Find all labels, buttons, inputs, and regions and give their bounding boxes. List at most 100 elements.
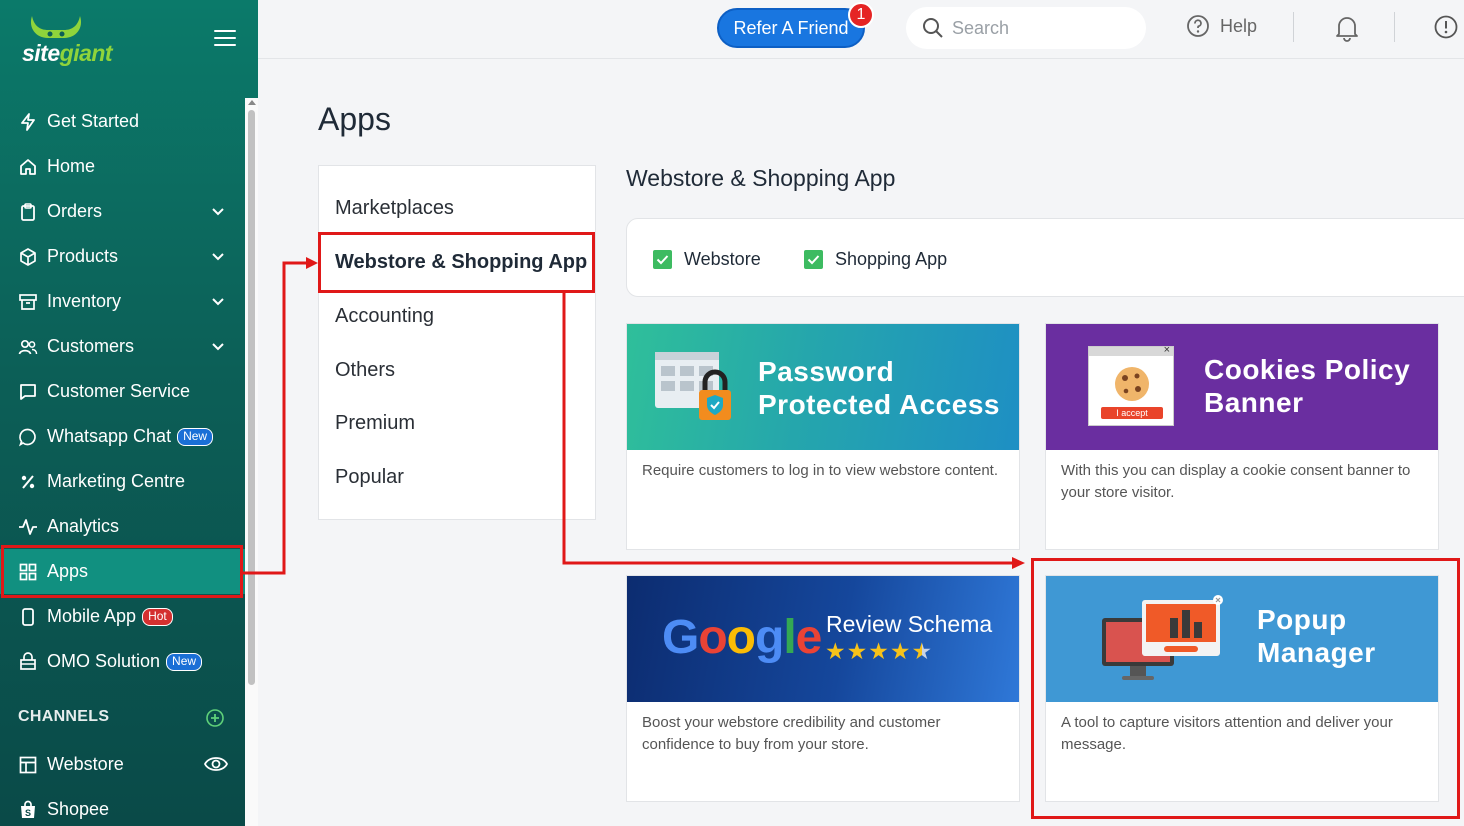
app-banner: × I accept Cookies Policy Banner <box>1046 324 1438 450</box>
chat-icon <box>18 382 38 402</box>
sidebar-item-label: Customers <box>47 336 135 356</box>
category-others[interactable]: Others <box>335 359 395 382</box>
app-card-popup-manager[interactable]: Popup Manager A tool to capture visitors… <box>1045 575 1439 802</box>
inventory-icon <box>18 292 38 312</box>
menu-toggle-icon[interactable] <box>214 30 236 48</box>
category-premium[interactable]: Premium <box>335 412 415 435</box>
sidebar-item-mobile-app[interactable]: Mobile App Hot <box>0 594 245 639</box>
sidebar-item-get-started[interactable]: Get Started <box>0 99 245 144</box>
help-label: Help <box>1220 15 1258 36</box>
search-box[interactable] <box>906 7 1146 49</box>
sidebar-item-customers[interactable]: Customers <box>0 324 245 369</box>
whatsapp-icon <box>18 427 38 447</box>
popup-monitor-icon <box>1102 595 1223 680</box>
search-input[interactable] <box>952 17 1132 39</box>
sidebar-item-products[interactable]: Products <box>0 234 245 279</box>
sidebar-item-label: Marketing Centre <box>47 471 186 491</box>
sidebar-item-inventory[interactable]: Inventory <box>0 279 245 324</box>
sidebar-item-home[interactable]: Home <box>0 144 245 189</box>
app-title-line1: Cookies Policy <box>1204 354 1411 385</box>
sidebar-item-webstore[interactable]: Webstore <box>0 742 245 787</box>
shopee-bag-icon: S <box>18 800 38 820</box>
new-badge: New <box>166 652 203 671</box>
store-icon <box>18 651 38 672</box>
app-description: Require customers to log in to view webs… <box>642 462 999 479</box>
category-marketplaces[interactable]: Marketplaces <box>335 197 454 220</box>
app-banner: Google Review Schema ★★★★★ <box>627 576 1019 702</box>
checkbox-checked-icon <box>804 250 823 269</box>
alert-circle-icon[interactable] <box>1434 15 1458 39</box>
app-banner: Popup Manager <box>1046 576 1438 702</box>
cookie-consent-illustration: × I accept <box>1088 344 1174 426</box>
bolt-icon <box>18 112 38 132</box>
checkbox-checked-icon <box>653 250 672 269</box>
add-channel-icon[interactable] <box>205 708 225 728</box>
sidebar: sitegiant Get Started Home Orders Produc… <box>0 0 258 826</box>
filter-box: Webstore Shopping App <box>626 218 1464 297</box>
sidebar-item-shopee[interactable]: S Shopee <box>0 787 245 826</box>
sidebar-item-whatsapp-chat[interactable]: Whatsapp Chat New <box>0 414 245 459</box>
search-icon <box>923 18 943 38</box>
app-card-password-protected-access[interactable]: Password Protected Access Require custom… <box>626 323 1020 550</box>
app-title-line2: Banner <box>1204 387 1304 418</box>
app-title-line2: Protected Access <box>758 389 1000 420</box>
scroll-up-arrow-icon[interactable] <box>248 100 256 105</box>
sidebar-item-marketing-centre[interactable]: Marketing Centre <box>0 459 245 504</box>
sidebar-item-label: Orders <box>47 201 103 221</box>
rating-stars-icon: ★★★★★ <box>825 638 934 664</box>
category-accounting[interactable]: Accounting <box>335 305 434 328</box>
app-banner: Password Protected Access <box>627 324 1019 450</box>
sidebar-item-customer-service[interactable]: Customer Service <box>0 369 245 414</box>
sitegiant-logo[interactable]: sitegiant <box>20 14 140 70</box>
divider <box>1293 12 1294 42</box>
chevron-down-icon[interactable] <box>210 203 226 219</box>
channels-heading: CHANNELS <box>18 708 110 725</box>
cookie-icon <box>1115 367 1149 401</box>
filter-label: Webstore <box>684 249 761 269</box>
filter-shopping-app-checkbox[interactable]: Shopping App <box>804 249 947 270</box>
category-panel: Marketplaces Webstore & Shopping App Acc… <box>318 165 596 520</box>
eye-icon[interactable] <box>204 754 228 774</box>
sidebar-item-orders[interactable]: Orders <box>0 189 245 234</box>
sidebar-item-label: Whatsapp Chat <box>47 426 172 446</box>
app-description: With this you can display a cookie conse… <box>1061 462 1411 501</box>
sidebar-item-label: Products <box>47 246 119 266</box>
horns-icon <box>30 16 82 38</box>
category-popular[interactable]: Popular <box>335 466 404 489</box>
question-circle-icon <box>1187 15 1209 37</box>
sidebar-item-label: Apps <box>47 561 89 581</box>
users-icon <box>18 337 38 357</box>
channels-nav: Webstore S Shopee <box>0 742 245 826</box>
sidebar-item-omo-solution[interactable]: OMO Solution New <box>0 639 245 684</box>
new-badge: New <box>177 427 214 446</box>
box-icon <box>18 247 38 267</box>
bell-icon[interactable] <box>1334 14 1360 42</box>
sidebar-nav: Get Started Home Orders Products Invento… <box>0 99 245 684</box>
refer-a-friend-button[interactable]: Refer A Friend <box>717 8 865 48</box>
sidebar-scrollbar[interactable] <box>245 98 258 826</box>
app-card-google-review-schema[interactable]: Google Review Schema ★★★★★ Boost your we… <box>626 575 1020 802</box>
help-link[interactable]: Help <box>1186 14 1257 38</box>
chevron-down-icon[interactable] <box>210 338 226 354</box>
filter-webstore-checkbox[interactable]: Webstore <box>653 249 761 270</box>
hot-badge: Hot <box>142 607 173 626</box>
svg-text:S: S <box>25 808 31 818</box>
page-title: Apps <box>318 101 391 137</box>
app-description: A tool to capture visitors attention and… <box>1061 714 1393 753</box>
app-title-line1: Password <box>758 356 895 387</box>
phone-icon <box>18 607 38 627</box>
pulse-icon <box>18 517 38 537</box>
chevron-down-icon[interactable] <box>210 248 226 264</box>
category-webstore-shopping-app[interactable]: Webstore & Shopping App <box>335 251 587 274</box>
app-card-cookies-policy-banner[interactable]: × I accept Cookies Policy Banner With th… <box>1045 323 1439 550</box>
chevron-down-icon[interactable] <box>210 293 226 309</box>
sidebar-item-analytics[interactable]: Analytics <box>0 504 245 549</box>
filter-label: Shopping App <box>835 249 948 269</box>
section-title: Webstore & Shopping App <box>626 165 896 191</box>
sidebar-item-label: OMO Solution <box>47 651 161 671</box>
clipboard-icon <box>18 202 38 222</box>
review-schema-subtitle: Review Schema <box>826 611 993 637</box>
sidebar-item-apps[interactable]: Apps <box>0 549 245 594</box>
scrollbar-thumb[interactable] <box>248 110 255 685</box>
sidebar-item-label: Get Started <box>47 111 140 131</box>
